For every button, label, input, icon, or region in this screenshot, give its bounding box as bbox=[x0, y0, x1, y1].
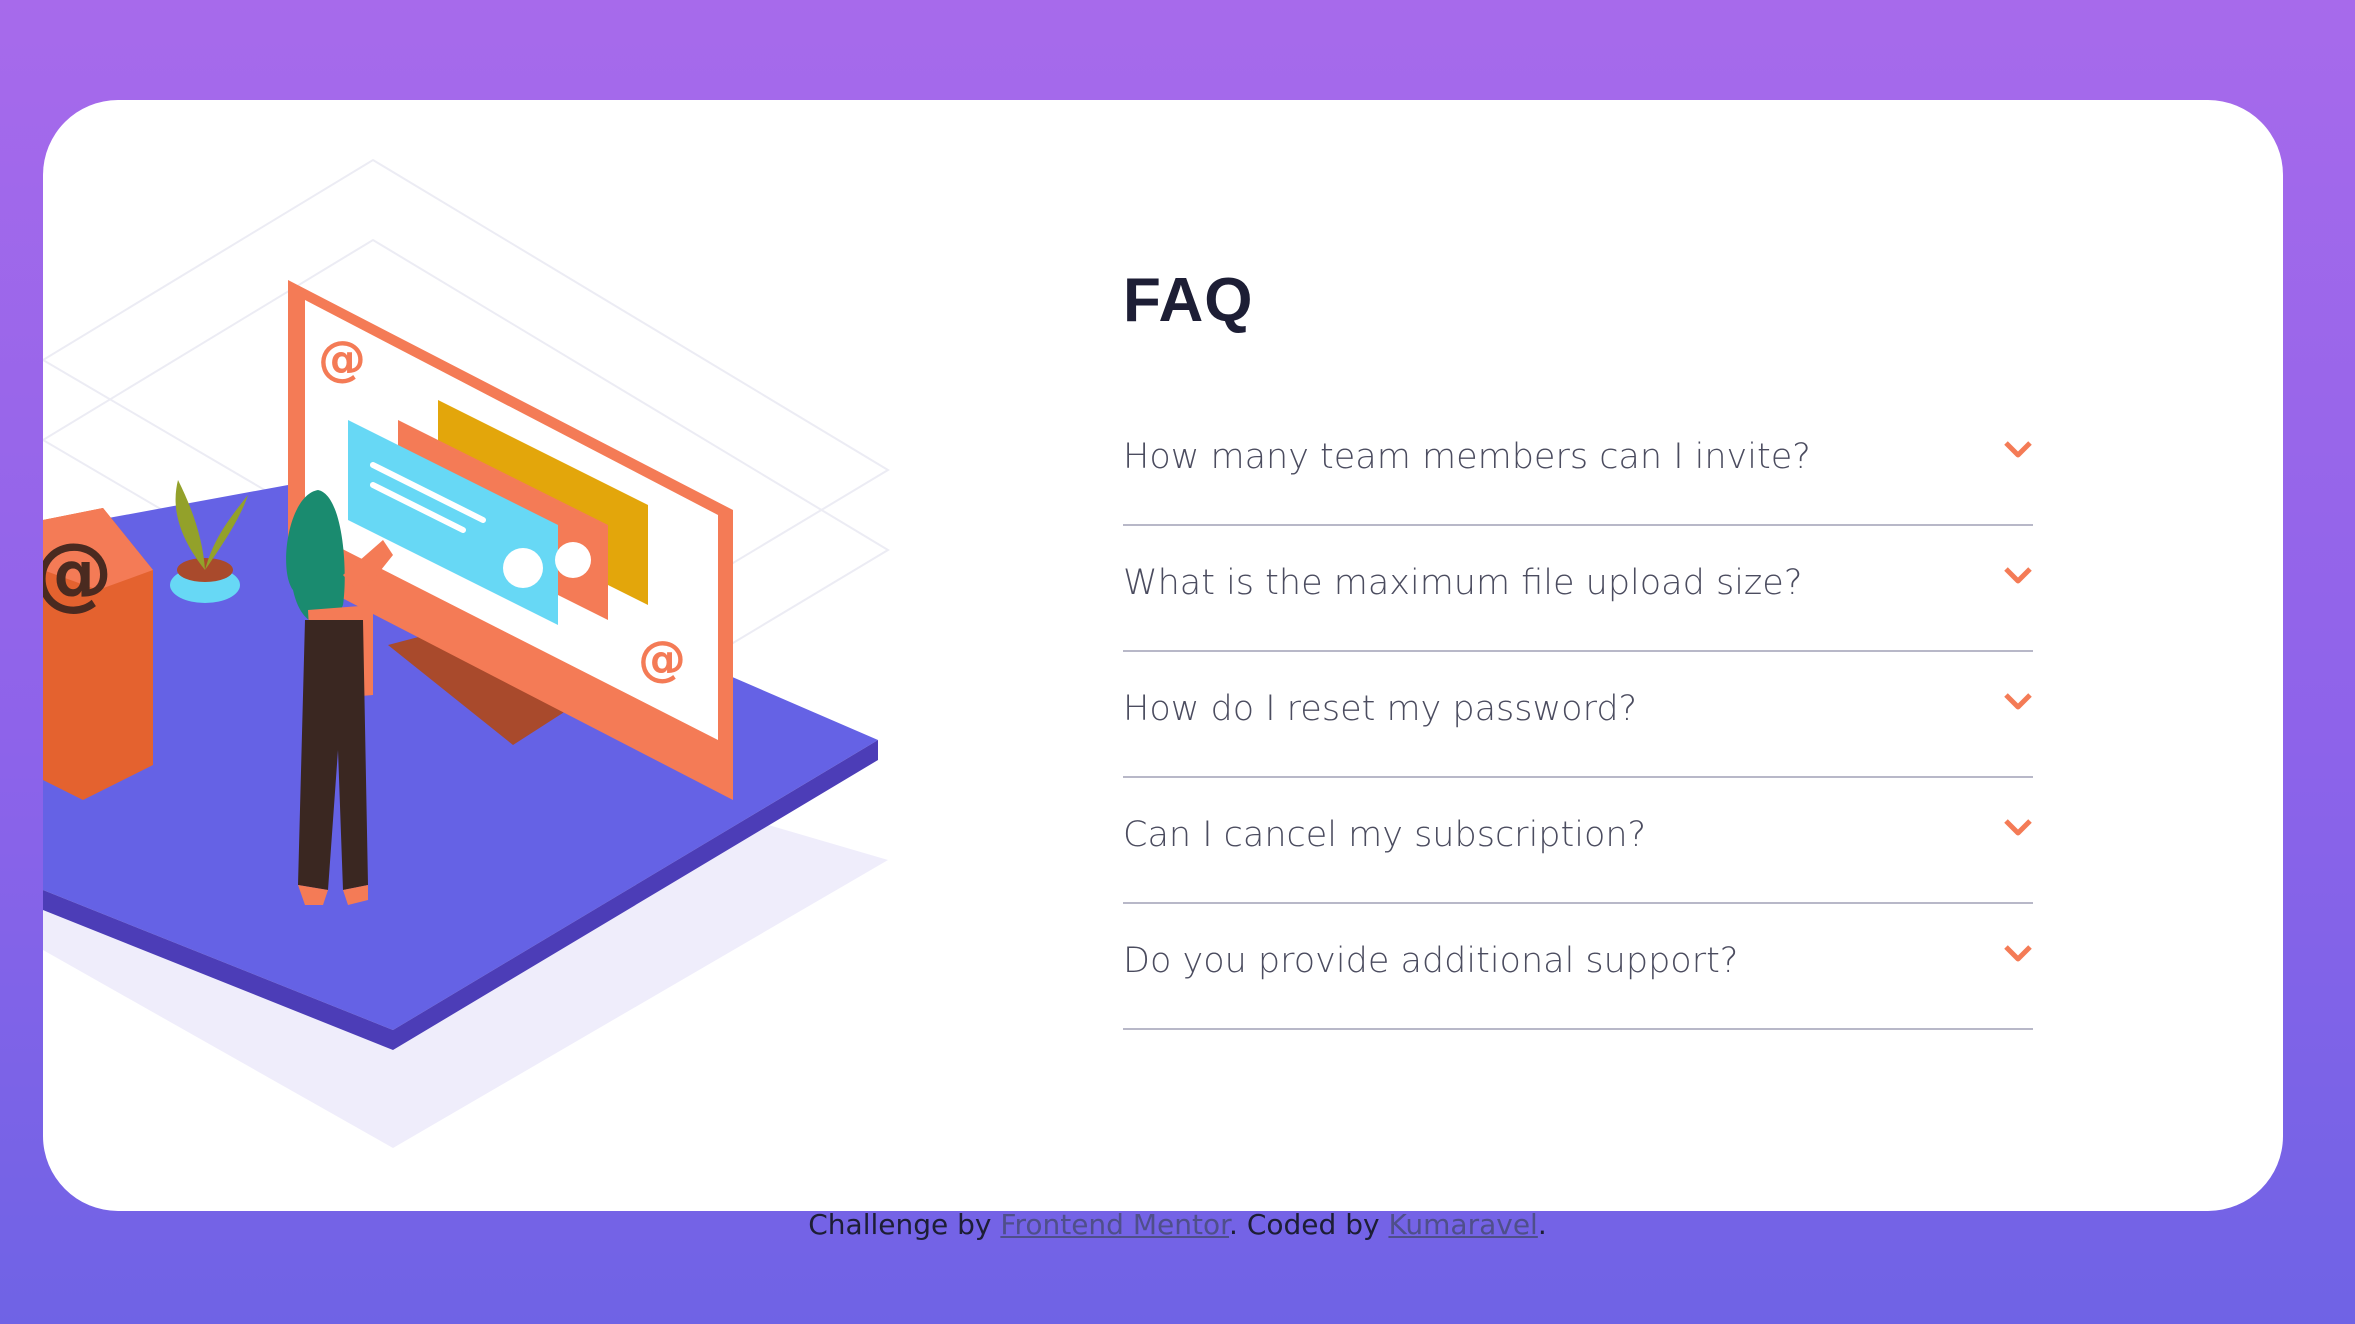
faq-question: How many team members can I invite? bbox=[1123, 437, 1811, 477]
faq-question: Do you provide additional support? bbox=[1123, 941, 1739, 981]
faq-title: FAQ bbox=[1123, 266, 1254, 335]
chevron-down-icon[interactable] bbox=[2003, 690, 2033, 714]
chevron-down-icon[interactable] bbox=[2003, 564, 2033, 588]
footer-middle: . Coded by bbox=[1229, 1208, 1389, 1241]
frontend-mentor-link[interactable]: Frontend Mentor bbox=[1000, 1208, 1229, 1241]
faq-item-reset-password[interactable]: How do I reset my password? bbox=[1123, 654, 2033, 778]
attribution-footer: Challenge by Frontend Mentor. Coded by K… bbox=[0, 1208, 2355, 1241]
faq-item-additional-support[interactable]: Do you provide additional support? bbox=[1123, 906, 2033, 1030]
faq-item-file-upload[interactable]: What is the maximum file upload size? bbox=[1123, 528, 2033, 652]
chevron-down-icon[interactable] bbox=[2003, 438, 2033, 462]
faq-item-cancel-subscription[interactable]: Can I cancel my subscription? bbox=[1123, 780, 2033, 904]
author-link[interactable]: Kumaravel bbox=[1388, 1208, 1537, 1241]
illustration-woman-online: @ @ @ bbox=[43, 158, 890, 1148]
chevron-down-icon[interactable] bbox=[2003, 816, 2033, 840]
faq-question: What is the maximum file upload size? bbox=[1123, 563, 1803, 603]
faq-question: How do I reset my password? bbox=[1123, 689, 1638, 729]
faq-question: Can I cancel my subscription? bbox=[1123, 815, 1647, 855]
faq-list: How many team members can I invite? What… bbox=[1123, 402, 2033, 1030]
faq-section: FAQ How many team members can I invite? … bbox=[1123, 270, 2033, 1030]
svg-text:@: @ bbox=[638, 631, 686, 687]
chevron-down-icon[interactable] bbox=[2003, 942, 2033, 966]
footer-suffix: . bbox=[1537, 1208, 1547, 1241]
faq-item-team-members[interactable]: How many team members can I invite? bbox=[1123, 402, 2033, 526]
svg-text:@: @ bbox=[43, 526, 113, 619]
svg-text:@: @ bbox=[318, 331, 366, 387]
footer-prefix: Challenge by bbox=[808, 1208, 1001, 1241]
faq-card: @ @ @ FAQ How many team members can I in… bbox=[43, 100, 2283, 1211]
